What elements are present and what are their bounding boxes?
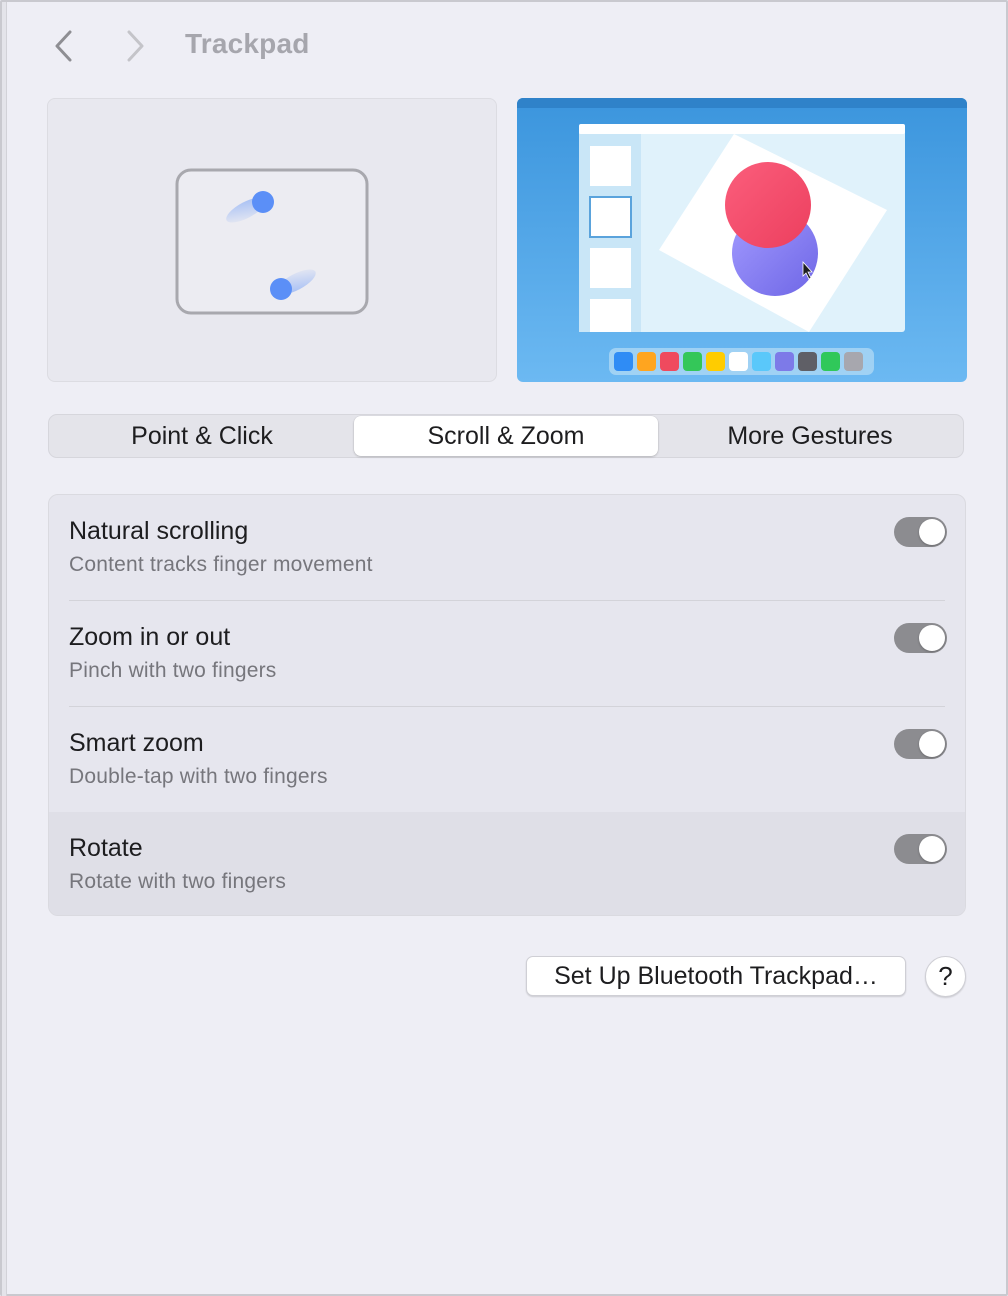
setting-title: Smart zoom bbox=[69, 729, 204, 757]
setting-subtitle: Double-tap with two fingers bbox=[69, 765, 328, 788]
dock-app-icon bbox=[821, 352, 840, 371]
trackpad-gesture-illustration bbox=[175, 168, 369, 315]
setting-title: Rotate bbox=[69, 834, 143, 862]
menu-bar bbox=[517, 98, 967, 108]
finger-dot-top bbox=[252, 191, 274, 213]
gesture-preview bbox=[47, 98, 497, 382]
dock-app-icon bbox=[752, 352, 771, 371]
dock-app-icon bbox=[637, 352, 656, 371]
toggle-knob bbox=[919, 625, 945, 651]
dock-app-icon bbox=[798, 352, 817, 371]
sidebar-edge bbox=[2, 2, 7, 1296]
toggle-knob bbox=[919, 731, 945, 757]
chevron-right-icon bbox=[127, 30, 144, 62]
setting-title: Natural scrolling bbox=[69, 517, 249, 545]
setting-row-zoom: Zoom in or out Pinch with two fingers bbox=[49, 601, 965, 707]
setting-row-natural-scrolling: Natural scrolling Content tracks finger … bbox=[49, 495, 965, 601]
setting-row-smart-zoom: Smart zoom Double-tap with two fingers bbox=[49, 707, 965, 813]
forward-button[interactable] bbox=[115, 26, 155, 66]
finger-dot-bottom bbox=[270, 278, 292, 300]
dock-app-icon bbox=[729, 352, 748, 371]
setup-bluetooth-trackpad-button[interactable]: Set Up Bluetooth Trackpad… bbox=[526, 956, 906, 996]
rotate-toggle[interactable] bbox=[894, 834, 947, 864]
settings-window: Trackpad Point & Click Scroll & Zoom Mor… bbox=[0, 0, 1008, 1296]
settings-group: Natural scrolling Content tracks finger … bbox=[48, 494, 966, 916]
back-button[interactable] bbox=[44, 26, 84, 66]
page-title: Trackpad bbox=[185, 28, 310, 59]
dock-app-icon bbox=[614, 352, 633, 371]
toggle-knob bbox=[919, 519, 945, 545]
tab-point-and-click[interactable]: Point & Click bbox=[50, 416, 354, 456]
smart-zoom-toggle[interactable] bbox=[894, 729, 947, 759]
dock-app-icon bbox=[660, 352, 679, 371]
zoom-toggle[interactable] bbox=[894, 623, 947, 653]
dock-app-icon bbox=[775, 352, 794, 371]
tab-more-gestures[interactable]: More Gestures bbox=[658, 416, 962, 456]
natural-scrolling-toggle[interactable] bbox=[894, 517, 947, 547]
dock-app-icon bbox=[844, 352, 863, 371]
toggle-knob bbox=[919, 836, 945, 862]
screen-preview bbox=[517, 98, 967, 382]
chevron-left-icon bbox=[55, 30, 72, 62]
dock-icons bbox=[614, 352, 863, 371]
setting-row-rotate: Rotate Rotate with two fingers bbox=[49, 812, 965, 915]
setting-subtitle: Content tracks finger movement bbox=[69, 553, 373, 576]
setting-subtitle: Pinch with two fingers bbox=[69, 659, 277, 682]
tab-scroll-and-zoom[interactable]: Scroll & Zoom bbox=[354, 416, 658, 456]
dock-app-icon bbox=[683, 352, 702, 371]
setting-title: Zoom in or out bbox=[69, 623, 231, 651]
help-button[interactable]: ? bbox=[925, 956, 966, 997]
tab-bar: Point & Click Scroll & Zoom More Gesture… bbox=[48, 414, 964, 458]
desktop-illustration bbox=[517, 98, 967, 382]
dock-app-icon bbox=[706, 352, 725, 371]
setting-subtitle: Rotate with two fingers bbox=[69, 870, 287, 893]
red-circle bbox=[725, 162, 811, 248]
